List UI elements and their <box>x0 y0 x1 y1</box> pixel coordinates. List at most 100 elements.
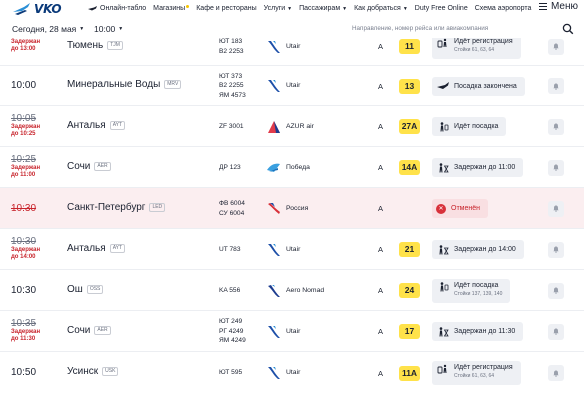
flight-number: ЮТ 249 <box>219 318 243 326</box>
status-counters: Стойки 61, 63, 64 <box>454 373 495 379</box>
flight-status: Задержан до 11:30 <box>432 322 524 341</box>
flight-status: ✕ Отменён <box>432 199 488 218</box>
status-text: Задержан до 11:30 <box>454 328 515 335</box>
nav-item-cafes[interactable]: Кафе и рестораны <box>196 5 256 12</box>
flight-status: Идёт посадка Стойки 137, 139, 140 <box>432 278 511 303</box>
notify-bell-button[interactable] <box>548 323 564 340</box>
gate-badge: 21 <box>399 242 420 257</box>
logo-text: VKO <box>34 2 62 16</box>
notify-bell-button[interactable] <box>548 78 564 94</box>
nav-item-label: Пассажирам <box>299 5 341 12</box>
terminal: A <box>378 163 384 172</box>
flight-row[interactable]: 10:05 Задержан до 10:25 Анталья AYT ZF 3001 AZ… <box>0 105 584 146</box>
nav-item-label: Магазины <box>153 5 186 12</box>
menu-button[interactable]: Меню <box>538 1 578 12</box>
notify-bell-button[interactable] <box>548 38 564 55</box>
status-text: Идёт регистрация Стойки 61, 63, 64 <box>454 38 513 53</box>
nav-item-shops[interactable]: Магазины <box>153 4 190 12</box>
bell-icon <box>553 328 559 335</box>
scheduled-time: 10:00 <box>11 80 37 91</box>
flight-number: ЮТ 373 <box>219 72 243 80</box>
status-counters: Стойки 61, 63, 64 <box>454 46 495 53</box>
time-select[interactable]: 10:00 ▼ <box>94 24 123 34</box>
airport-code-badge: TJM <box>107 40 123 50</box>
nav-item-passengers[interactable]: Пассажирам ▼ <box>299 5 347 12</box>
delay-note: Задержан до 10:25 <box>11 124 40 139</box>
flight-number: ZF 3001 <box>219 122 244 130</box>
airport-code-badge: AYT <box>109 243 126 253</box>
nav-item-duty-free[interactable]: Duty Free Online <box>415 5 468 12</box>
utair-icon <box>268 367 280 379</box>
city-name: Санкт-Петербург <box>67 201 146 213</box>
status-text: Идёт регистрация Стойки 61, 63, 64 <box>454 364 513 379</box>
flight-number: ФВ 6004 <box>219 200 245 207</box>
flight-number: B2 2253 <box>219 47 244 55</box>
terminal: A <box>378 245 384 254</box>
flight-status: Задержан до 11:00 <box>432 158 524 177</box>
hourglass-icon <box>439 162 449 172</box>
notify-bell-button[interactable] <box>548 200 564 217</box>
search-icon[interactable] <box>562 23 574 35</box>
scheduled-time: 10:30 <box>11 284 37 296</box>
vko-logo[interactable]: VKO <box>12 2 62 16</box>
airline-name: Utair <box>286 369 301 376</box>
checkin-icon <box>437 38 447 47</box>
notify-bell-button[interactable] <box>548 282 564 299</box>
nav-item-airport-map[interactable]: Схема аэропорта <box>475 5 532 12</box>
flight-status: Задержан до 14:00 <box>432 240 524 259</box>
bell-icon <box>553 83 559 90</box>
flight-numbers: KA 556 <box>219 286 240 296</box>
nav-item-directions[interactable]: Как добраться ▼ <box>354 5 408 12</box>
search-input[interactable]: Направление, номер рейса или авиакомпани… <box>342 22 574 36</box>
filter-bar: Сегодня, 28 мая ▼ 10:00 ▼ Направление, ном… <box>0 20 584 38</box>
city-name: Анталья <box>67 119 106 131</box>
nav-item-label: Кафе и рестораны <box>196 5 257 12</box>
flight-number: ЯМ 4573 <box>219 91 246 99</box>
status-text: Идёт посадка <box>454 123 498 130</box>
flight-numbers: ЮТ 249 РГ 4249 ЯМ 4249 <box>219 317 246 346</box>
flight-row[interactable]: 10:30 Санкт-Петербург LED ФВ 6004 СУ 6004 Рос… <box>0 187 584 228</box>
status-label: Задержан до 11:00 <box>454 164 516 171</box>
flight-row[interactable]: 10:25 Задержан до 11:00 Сочи AER ДР 123 Победа… <box>0 146 584 187</box>
notify-bell-button[interactable] <box>548 365 564 381</box>
flight-status: Посадка закончена <box>432 76 525 96</box>
flight-number: ДР 123 <box>219 163 241 171</box>
gate-badge: 27А <box>399 119 420 134</box>
flight-row[interactable]: 10:00 Минеральные Воды MRV ЮТ 373 B2 2255 ЯМ … <box>0 65 584 105</box>
top-navigation: VKO Онлайн-табло Магазины Кафе и рестора… <box>0 0 584 20</box>
destination-city: Тюмень TJM <box>67 40 123 51</box>
scheduled-time: 10:05 <box>11 112 37 124</box>
delay-note: Задержан до 13:00 <box>11 39 40 54</box>
destination-city: Минеральные Воды MRV <box>67 79 182 90</box>
utair-icon <box>268 40 280 53</box>
bell-icon <box>553 246 559 253</box>
flight-row[interactable]: 10:50 Усинск USK ЮТ 595 Utair A 11А Идёт регист… <box>0 351 584 393</box>
flight-row[interactable]: 10:35 Задержан до 11:30 Сочи AER ЮТ 249 РГ 424… <box>0 310 584 351</box>
nav-item-services[interactable]: Услуги ▼ <box>264 5 292 12</box>
delay-until: до 13:00 <box>11 46 36 52</box>
terminal: A <box>378 286 384 295</box>
notify-bell-button[interactable] <box>548 241 564 258</box>
flight-number: СУ 6004 <box>219 209 245 217</box>
delay-label: Задержан <box>11 38 41 45</box>
airline-name: Utair <box>286 327 301 335</box>
flight-status: Идёт регистрация Стойки 61, 63, 64 <box>432 34 521 59</box>
menu-label: Меню <box>550 1 578 12</box>
notify-bell-button[interactable] <box>548 118 564 135</box>
azur-air-icon <box>268 120 280 133</box>
delay-until: до 11:30 <box>11 336 36 342</box>
status-text: Задержан до 11:00 <box>454 164 515 171</box>
flight-row[interactable]: 10:30 Ош OSS KA 556 Aero Nomad A 24 Идёт посадк… <box>0 269 584 310</box>
city-name: Усинск <box>67 366 99 377</box>
gate-badge: 14А <box>399 160 420 175</box>
gate-badge: 11 <box>399 39 420 54</box>
destination-city: Анталья AYT <box>67 119 126 131</box>
airline-name: Utair <box>286 245 301 253</box>
date-select[interactable]: Сегодня, 28 мая ▼ <box>12 24 84 34</box>
delay-label: Задержан <box>11 164 41 171</box>
notify-bell-button[interactable] <box>548 159 564 176</box>
status-label: Идёт регистрация <box>454 37 513 45</box>
nav-item-online-board[interactable]: Онлайн-табло <box>88 5 146 12</box>
flight-row[interactable]: 10:30 Задержан до 14:00 Анталья AYT UT 783 Uta… <box>0 228 584 269</box>
flight-number: B2 2255 <box>219 82 244 90</box>
